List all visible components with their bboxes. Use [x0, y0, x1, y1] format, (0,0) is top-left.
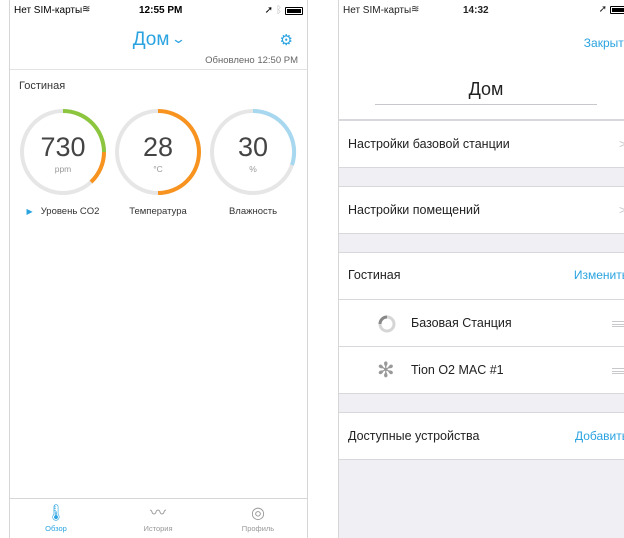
drag-handle-icon[interactable] [612, 321, 624, 327]
gear-icon[interactable]: ⚙ [280, 31, 293, 49]
tab-profile-label: Профиль [241, 524, 275, 533]
co2-unit: ppm [54, 164, 72, 174]
chart-icon: 〰 [149, 505, 166, 522]
tab-overview-label: Обзор [45, 524, 67, 533]
base-station-settings-label: Настройки базовой станции [348, 137, 510, 151]
wifi-icon: ≋ [82, 4, 91, 15]
room-settings-label: Настройки помещений [348, 203, 480, 217]
ring-icon [378, 315, 396, 333]
temperature-gauge[interactable]: 28 °C [114, 108, 202, 196]
profile-icon: ◎ [251, 505, 265, 522]
updated-text: Обновлено 12:50 PM [205, 55, 298, 66]
base-station-settings-row[interactable]: Настройки базовой станции > [339, 120, 624, 168]
location-icon: ➚ [598, 4, 607, 15]
tab-history-label: История [143, 524, 173, 533]
co2-label: ▶ Уровень CO2 [26, 206, 100, 217]
room-header-row: Гостиная Изменить [339, 252, 624, 300]
humidity-value: 30 [237, 132, 269, 162]
room-name: Гостиная [348, 268, 401, 282]
chevron-right-icon: > [619, 203, 624, 217]
add-device-button[interactable]: Добавить [575, 429, 624, 443]
available-devices-row: Доступные устройства Добавить [339, 412, 624, 460]
tab-overview[interactable]: 🌡 Обзор [21, 504, 91, 533]
co2-gauge[interactable]: 730 ppm [19, 108, 107, 196]
status-time: 12:55 PM [139, 5, 183, 16]
play-icon: ▶ [26, 207, 33, 216]
tab-bar-divider [10, 498, 307, 499]
battery-icon [610, 5, 624, 14]
device-name: Tion O2 MAC #1 [411, 363, 504, 377]
temperature-value: 28 [142, 132, 174, 162]
home-selector[interactable]: Дом ⌄ [10, 29, 307, 51]
humidity-label: Влажность [228, 206, 278, 217]
wifi-icon: ≋ [411, 4, 420, 15]
status-icons: ➚ ᛒ [265, 5, 303, 16]
temperature-unit: °C [153, 164, 163, 174]
bluetooth-icon: ᛒ [276, 5, 282, 16]
chevron-down-icon: ⌄ [171, 31, 187, 46]
temperature-label: Температура [129, 206, 187, 217]
location-icon: ➚ [264, 5, 273, 16]
drag-handle-icon[interactable] [612, 368, 624, 374]
dashboard-screen: Нет SIM-карты ≋ 12:55 PM ➚ ᛒ Дом ⌄ ⚙ Обнов… [9, 0, 308, 538]
co2-value: 730 [40, 132, 86, 162]
tab-profile[interactable]: ◎ Профиль [223, 504, 293, 533]
house-name-field[interactable]: Дом [375, 79, 597, 105]
humidity-unit: % [249, 164, 257, 174]
status-bar: Нет SIM-карты ≋ 12:55 PM ➚ ᛒ [10, 0, 307, 22]
status-time: 14:32 [463, 5, 489, 16]
carrier-text: Нет SIM-карты [14, 5, 83, 16]
chevron-right-icon: > [619, 137, 624, 151]
status-icons: ➚ [599, 4, 624, 15]
edit-room-button[interactable]: Изменить [574, 268, 624, 282]
carrier-text: Нет SIM-карты [343, 5, 412, 16]
settings-screen: Нет SIM-карты≋ 14:32 ➚ Закрыть Дом Нет S… [338, 0, 624, 538]
close-button[interactable]: Закрыть [584, 36, 624, 50]
status-bar-bg: Нет SIM-карты ≋ 14:32 ➚ [339, 0, 624, 22]
humidity-gauge[interactable]: 30 % [209, 108, 297, 196]
battery-icon [285, 6, 303, 15]
tab-history[interactable]: 〰 История [123, 504, 193, 533]
fan-icon: ✻ [377, 359, 395, 382]
nav-bar: Дом ⌄ ⚙ Обновлено 12:50 PM [10, 22, 307, 70]
device-row-tion[interactable]: ✻ Tion O2 MAC #1 [339, 346, 624, 394]
thermometer-icon: 🌡 [45, 505, 67, 522]
home-title: Дом [132, 29, 170, 50]
settings-header: Нет SIM-карты≋ 14:32 ➚ Закрыть Дом [339, 4, 624, 120]
room-name: Гостиная [19, 80, 66, 92]
room-settings-row[interactable]: Настройки помещений > [339, 186, 624, 234]
available-devices-label: Доступные устройства [348, 429, 480, 443]
device-name: Базовая Станция [411, 316, 512, 330]
device-row-base-station[interactable]: Базовая Станция [339, 299, 624, 347]
